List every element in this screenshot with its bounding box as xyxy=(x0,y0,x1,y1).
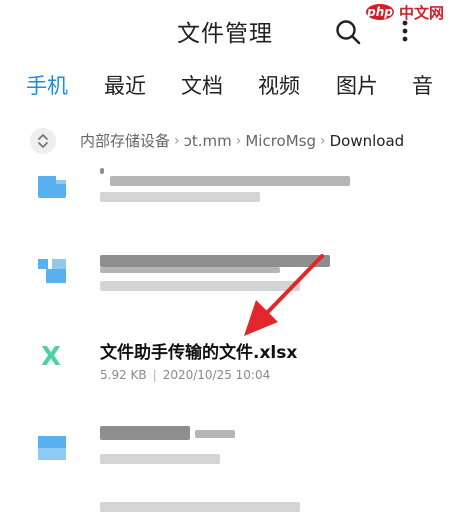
tab-images[interactable]: 图片 xyxy=(336,70,378,100)
breadcrumb-item-tencent-mm[interactable]: ɔt.mm xyxy=(184,132,232,150)
list-item[interactable] xyxy=(0,492,450,512)
file-meta: 5.92 KB | 2020/10/25 10:04 xyxy=(100,368,270,382)
tab-videos[interactable]: 视频 xyxy=(258,70,300,100)
breadcrumb-item-download[interactable]: Download xyxy=(330,132,405,150)
folder-icon xyxy=(38,176,66,198)
list-item[interactable] xyxy=(0,245,450,305)
excel-file-icon: X xyxy=(40,342,62,372)
tab-documents[interactable]: 文档 xyxy=(181,70,223,100)
list-item[interactable] xyxy=(0,420,450,480)
breadcrumb: 内部存储设备 › ɔt.mm › MicroMsg › Download xyxy=(0,126,450,156)
folder-icon xyxy=(38,259,66,283)
file-name[interactable]: 文件助手传输的文件.xlsx xyxy=(100,338,297,363)
chevron-right-icon: › xyxy=(174,132,180,149)
breadcrumb-item-internal-storage[interactable]: 内部存储设备 xyxy=(80,130,170,151)
file-size: 5.92 KB xyxy=(100,368,147,382)
file-date: 2020/10/25 10:04 xyxy=(162,368,271,382)
chevron-right-icon: › xyxy=(235,132,242,149)
storage-toggle-button[interactable] xyxy=(30,128,56,154)
category-tabs: 手机 最近 文档 视频 图片 音 xyxy=(0,70,450,106)
watermark: php 中文网 xyxy=(364,0,444,24)
tab-recent[interactable]: 最近 xyxy=(104,70,146,100)
chevron-right-icon: › xyxy=(320,132,326,149)
folder-icon xyxy=(38,436,66,460)
watermark-logo: php xyxy=(364,2,396,22)
tab-audio[interactable]: 音 xyxy=(412,70,433,100)
search-icon[interactable] xyxy=(334,18,362,46)
breadcrumb-item-micromsg[interactable]: MicroMsg xyxy=(245,132,316,150)
expand-collapse-icon xyxy=(38,134,48,148)
meta-divider: | xyxy=(152,368,157,382)
list-item[interactable] xyxy=(0,160,450,220)
tab-phone[interactable]: 手机 xyxy=(26,70,68,100)
watermark-text: 中文网 xyxy=(399,3,445,22)
